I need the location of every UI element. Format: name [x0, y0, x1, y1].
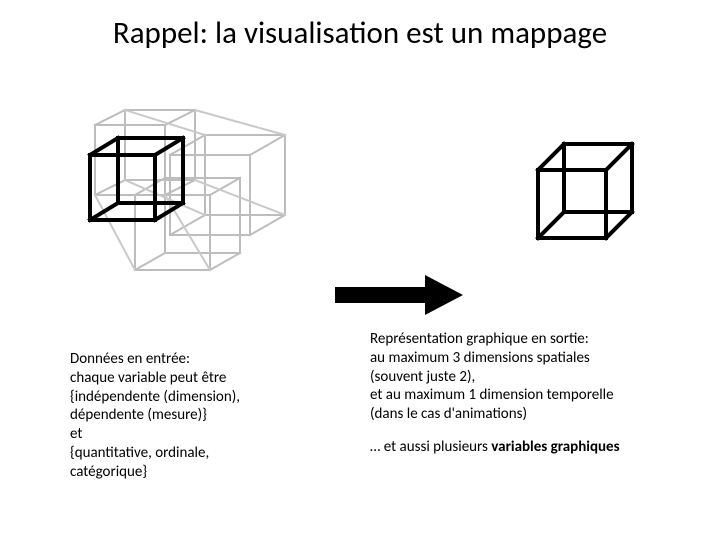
text-line: {quantitative, ordinale,: [70, 444, 330, 463]
cube-icon: [520, 130, 640, 250]
arrow-icon: [335, 275, 465, 315]
output-caption: Représentation graphique en sortie: au m…: [370, 330, 700, 457]
text-line: et: [70, 425, 330, 444]
text-line: … et aussi plusieurs variables graphique…: [370, 438, 700, 457]
hypercube-icon: [40, 100, 320, 300]
input-caption: Données en entrée: chaque variable peut …: [70, 350, 330, 481]
text-line: chaque variable peut être: [70, 369, 330, 388]
text-line: Représentation graphique en sortie:: [370, 330, 700, 349]
text-line: (souvent juste 2),: [370, 368, 700, 387]
text-line: {indépendente (dimension),: [70, 388, 330, 407]
text-line: et au maximum 1 dimension temporelle: [370, 386, 700, 405]
text-line: catégorique}: [70, 463, 330, 482]
text-line: Données en entrée:: [70, 350, 330, 369]
text-line: au maximum 3 dimensions spatiales: [370, 349, 700, 368]
bold-text: variables graphiques: [491, 438, 619, 456]
slide-title: Rappel: la visualisation est un mappage: [0, 0, 720, 52]
text-line: dépendente (mesure)}: [70, 406, 330, 425]
diagram-area: [0, 100, 720, 300]
text-span: … et aussi plusieurs: [370, 438, 491, 456]
text-line: (dans le cas d'animations): [370, 405, 700, 424]
